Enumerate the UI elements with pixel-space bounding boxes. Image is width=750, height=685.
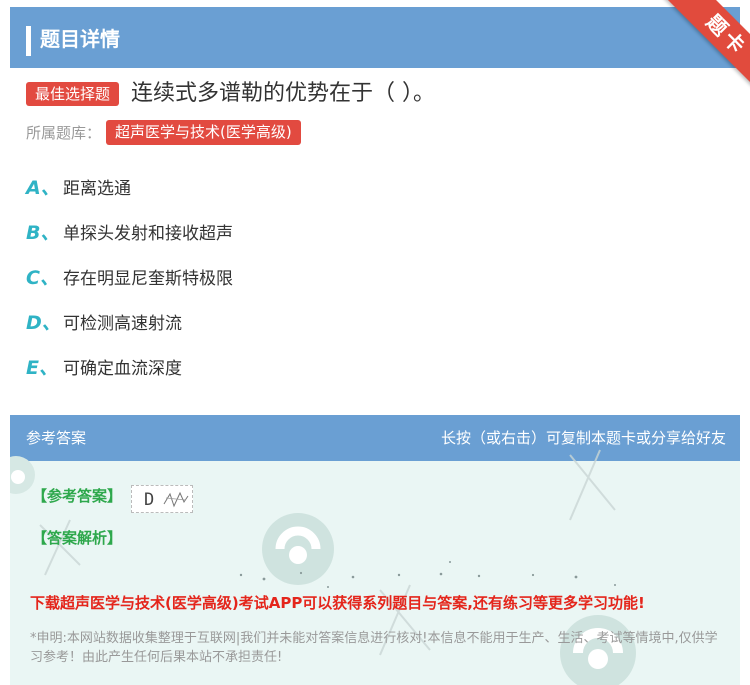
answer-bar-title: 参考答案 <box>26 429 87 447</box>
answer-value: D <box>144 490 155 510</box>
option-text: 可确定血流深度 <box>63 359 182 379</box>
option-text: 存在明显尼奎斯特极限 <box>63 269 233 289</box>
corner-ribbon: 题卡 <box>640 0 750 90</box>
watermark-logo-icon <box>262 513 334 585</box>
answer-bar: 参考答案 长按（或右击）可复制本题卡或分享给好友 <box>10 415 740 461</box>
option-letter: C、 <box>26 267 59 289</box>
option-e[interactable]: E、 可确定血流深度 <box>26 353 182 383</box>
option-letter: B、 <box>26 222 60 244</box>
header-accent-bar <box>26 26 31 56</box>
reference-answer-label: 【参考答案】 <box>32 487 123 505</box>
download-app-promo[interactable]: 下载超声医学与技术(医学高级)考试APP可以获得系列题目与答案,还有练习等更多学… <box>30 592 645 614</box>
option-letter: D、 <box>26 312 61 334</box>
option-c[interactable]: C、 存在明显尼奎斯特极限 <box>26 263 233 293</box>
option-a[interactable]: A、 距离选通 <box>26 173 131 203</box>
question-type-badge: 最佳选择题 <box>26 82 120 106</box>
question-text: 连续式多谱勒的优势在于（ ）。 <box>131 81 435 106</box>
analysis-label: 【答案解析】 <box>32 529 123 547</box>
option-text: 可检测高速射流 <box>63 314 182 334</box>
answer-value-box: D <box>131 485 193 513</box>
ribbon-label: 题卡 <box>661 0 750 90</box>
share-hint: 长按（或右击）可复制本题卡或分享给好友 <box>440 429 726 447</box>
option-text: 距离选通 <box>63 179 131 199</box>
option-letter: E、 <box>26 357 58 379</box>
header-bar: 题目详情 <box>10 7 740 68</box>
page-title: 题目详情 <box>40 27 120 51</box>
library-tag[interactable]: 超声医学与技术(医学高级) <box>106 120 301 145</box>
noise-scribble-icon <box>163 491 189 508</box>
disclaimer-text: *申明:本网站数据收集整理于互联网|我们并未能对答案信息进行核对!本信息不能用于… <box>30 631 718 665</box>
option-b[interactable]: B、 单探头发射和接收超声 <box>26 218 233 248</box>
library-label: 所属题库： <box>26 124 102 142</box>
option-letter: A、 <box>26 177 60 199</box>
option-d[interactable]: D、 可检测高速射流 <box>26 308 182 338</box>
option-text: 单探头发射和接收超声 <box>63 224 233 244</box>
answer-section: 参考答案 长按（或右击）可复制本题卡或分享给好友 【参考答案】 D 【答案解析】… <box>10 415 740 685</box>
